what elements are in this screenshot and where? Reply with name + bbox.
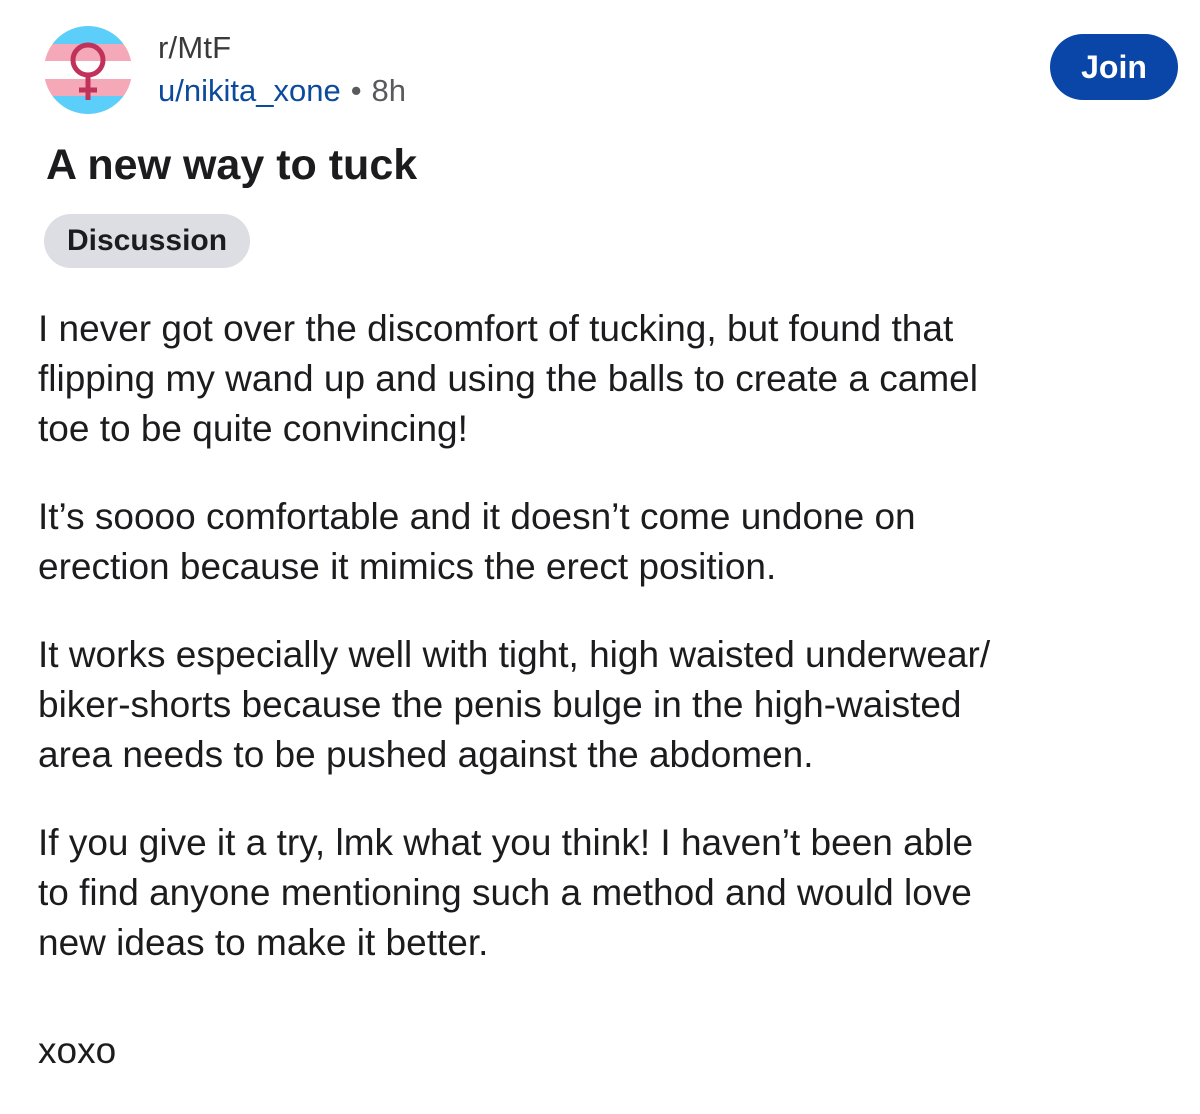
subreddit-avatar[interactable] [44, 26, 132, 114]
post-body: I never got over the discomfort of tucki… [38, 304, 1178, 1114]
subreddit-name[interactable]: r/MtF [158, 30, 406, 66]
join-button[interactable]: Join [1050, 34, 1178, 100]
body-paragraph: It’s soooo comfortable and it doesn’t co… [38, 496, 916, 587]
body-paragraph: If you give it a try, lmk what you think… [38, 822, 974, 963]
post-flair[interactable]: Discussion [44, 214, 251, 268]
author-username[interactable]: u/nikita_xone [158, 73, 341, 108]
post-header: r/MtF u/nikita_xone • 8h Join [44, 26, 1178, 116]
body-paragraph: It works especially well with tight, hig… [38, 634, 991, 775]
post-meta: r/MtF u/nikita_xone • 8h [158, 30, 406, 110]
separator-dot: • [350, 73, 362, 108]
trans-flag-venus-icon [44, 26, 132, 114]
body-paragraph: I never got over the discomfort of tucki… [38, 308, 978, 449]
byline: u/nikita_xone • 8h [158, 72, 406, 110]
post-card: r/MtF u/nikita_xone • 8h Join A new way to… [0, 0, 1200, 1085]
body-signoff: xoxo [38, 1030, 117, 1071]
post-time: 8h [371, 73, 407, 108]
post-title[interactable]: A new way to tuck [46, 140, 417, 190]
